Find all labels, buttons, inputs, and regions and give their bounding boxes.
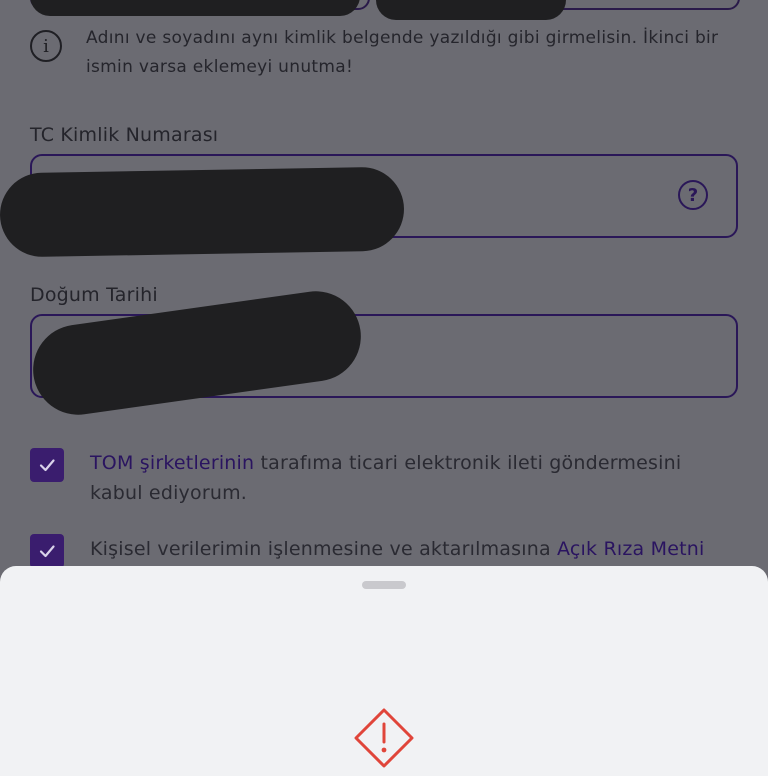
sheet-drag-handle[interactable] — [362, 581, 406, 589]
commercial-consent-text: TOM şirketlerinin tarafıma ticari elektr… — [90, 452, 682, 504]
info-text: Adını ve soyadını aynı kimlik belgende y… — [86, 28, 719, 77]
birth-date-label: Doğum Tarihi — [30, 284, 158, 306]
redaction-scribble — [30, 0, 360, 16]
tom-companies-link[interactable]: TOM şirketlerinin — [90, 452, 254, 474]
redaction-scribble — [0, 166, 405, 258]
check-icon — [39, 545, 55, 558]
personal-data-consent-checkbox[interactable] — [30, 534, 64, 568]
bottom-sheet — [0, 566, 768, 776]
commercial-consent-checkbox[interactable] — [30, 448, 64, 482]
explicit-consent-link[interactable]: Açık Rıza Metni — [557, 538, 704, 560]
info-icon: i — [30, 30, 62, 62]
check-icon — [39, 459, 55, 472]
personal-data-consent-text: Kişisel verilerimin işlenmesine ve aktar… — [90, 538, 705, 560]
help-icon[interactable]: ? — [678, 180, 708, 210]
redaction-scribble — [376, 0, 566, 20]
warning-icon — [354, 708, 414, 768]
commercial-consent-row: TOM şirketlerinin tarafıma ticari elektr… — [30, 448, 730, 512]
tc-label: TC Kimlik Numarası — [30, 124, 219, 146]
